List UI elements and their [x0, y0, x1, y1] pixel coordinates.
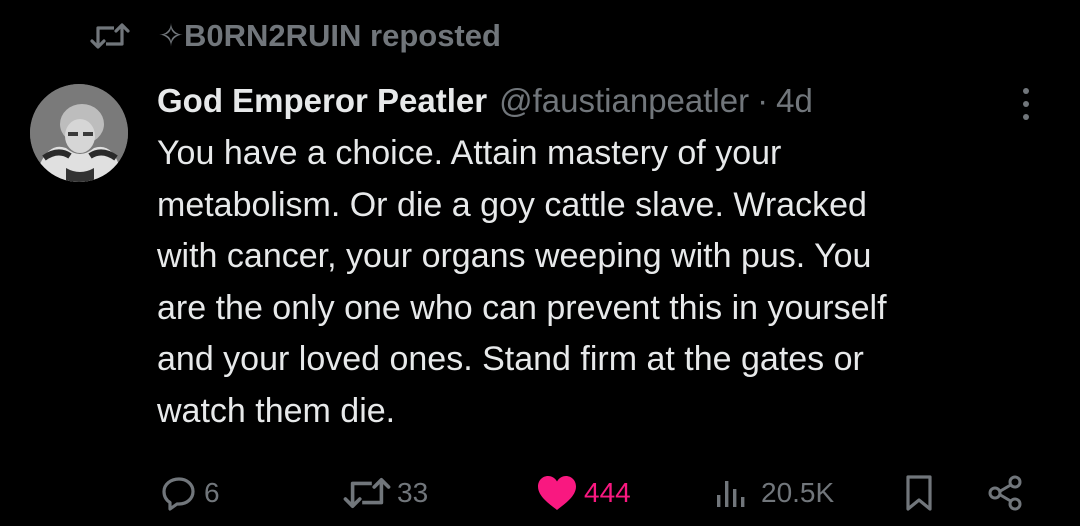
repost-icon — [343, 478, 391, 508]
timestamp[interactable]: 4d — [776, 82, 813, 120]
tweet-text-line: are the only one who can prevent this in… — [157, 288, 887, 327]
repost-icon — [90, 23, 130, 49]
tweet-text-line: and your loved ones. Stand firm at the g… — [157, 340, 864, 378]
reply-button[interactable]: 6 — [160, 468, 220, 518]
bookmark-icon — [906, 475, 932, 511]
more-dot — [1023, 101, 1029, 107]
views-button[interactable]: 20.5K — [715, 468, 834, 518]
author-name[interactable]: God Emperor Peatler — [157, 82, 487, 120]
share-icon — [988, 475, 1022, 511]
views-count: 20.5K — [761, 477, 835, 508]
more-vertical-icon — [1023, 88, 1029, 94]
share-button[interactable] — [986, 468, 1024, 518]
reposted-by-text[interactable]: B0RN2RUIN reposted — [184, 18, 501, 54]
tweet-text: You have a choice. Attain mastery of you… — [157, 128, 1057, 437]
like-count: 444 — [584, 477, 631, 508]
more-dot — [1023, 114, 1029, 120]
avatar[interactable] — [30, 84, 128, 182]
author-handle[interactable]: @faustianpeatler — [499, 82, 749, 120]
tweet-text-line: metabolism. Or die a goy cattle slave. W… — [157, 185, 867, 224]
separator-dot: · — [757, 82, 769, 119]
tweet-header: God Emperor Peatler @faustianpeatler · 4… — [157, 76, 813, 126]
sparkle-glyph: ✧ — [158, 18, 184, 53]
repost-count: 33 — [397, 477, 429, 508]
views-icon — [717, 481, 745, 507]
tweet-text-line: You have a choice. Attain mastery of you… — [157, 134, 782, 172]
avatar-image — [30, 84, 128, 182]
tweet-text-line: with cancer, your organs weeping with pu… — [157, 237, 872, 275]
more-options-button[interactable] — [1014, 86, 1038, 122]
bookmark-button[interactable] — [904, 468, 934, 518]
action-bar: 6 33 444 20.5K — [0, 468, 1080, 518]
repost-button[interactable]: 33 — [343, 468, 428, 518]
heart-icon — [538, 476, 576, 510]
reply-count: 6 — [204, 477, 220, 508]
social-context[interactable]: ✧ B0RN2RUIN reposted — [90, 14, 501, 58]
like-button[interactable]: 444 — [536, 468, 631, 518]
reply-icon — [162, 477, 195, 511]
tweet-text-line: watch them die. — [157, 391, 396, 430]
